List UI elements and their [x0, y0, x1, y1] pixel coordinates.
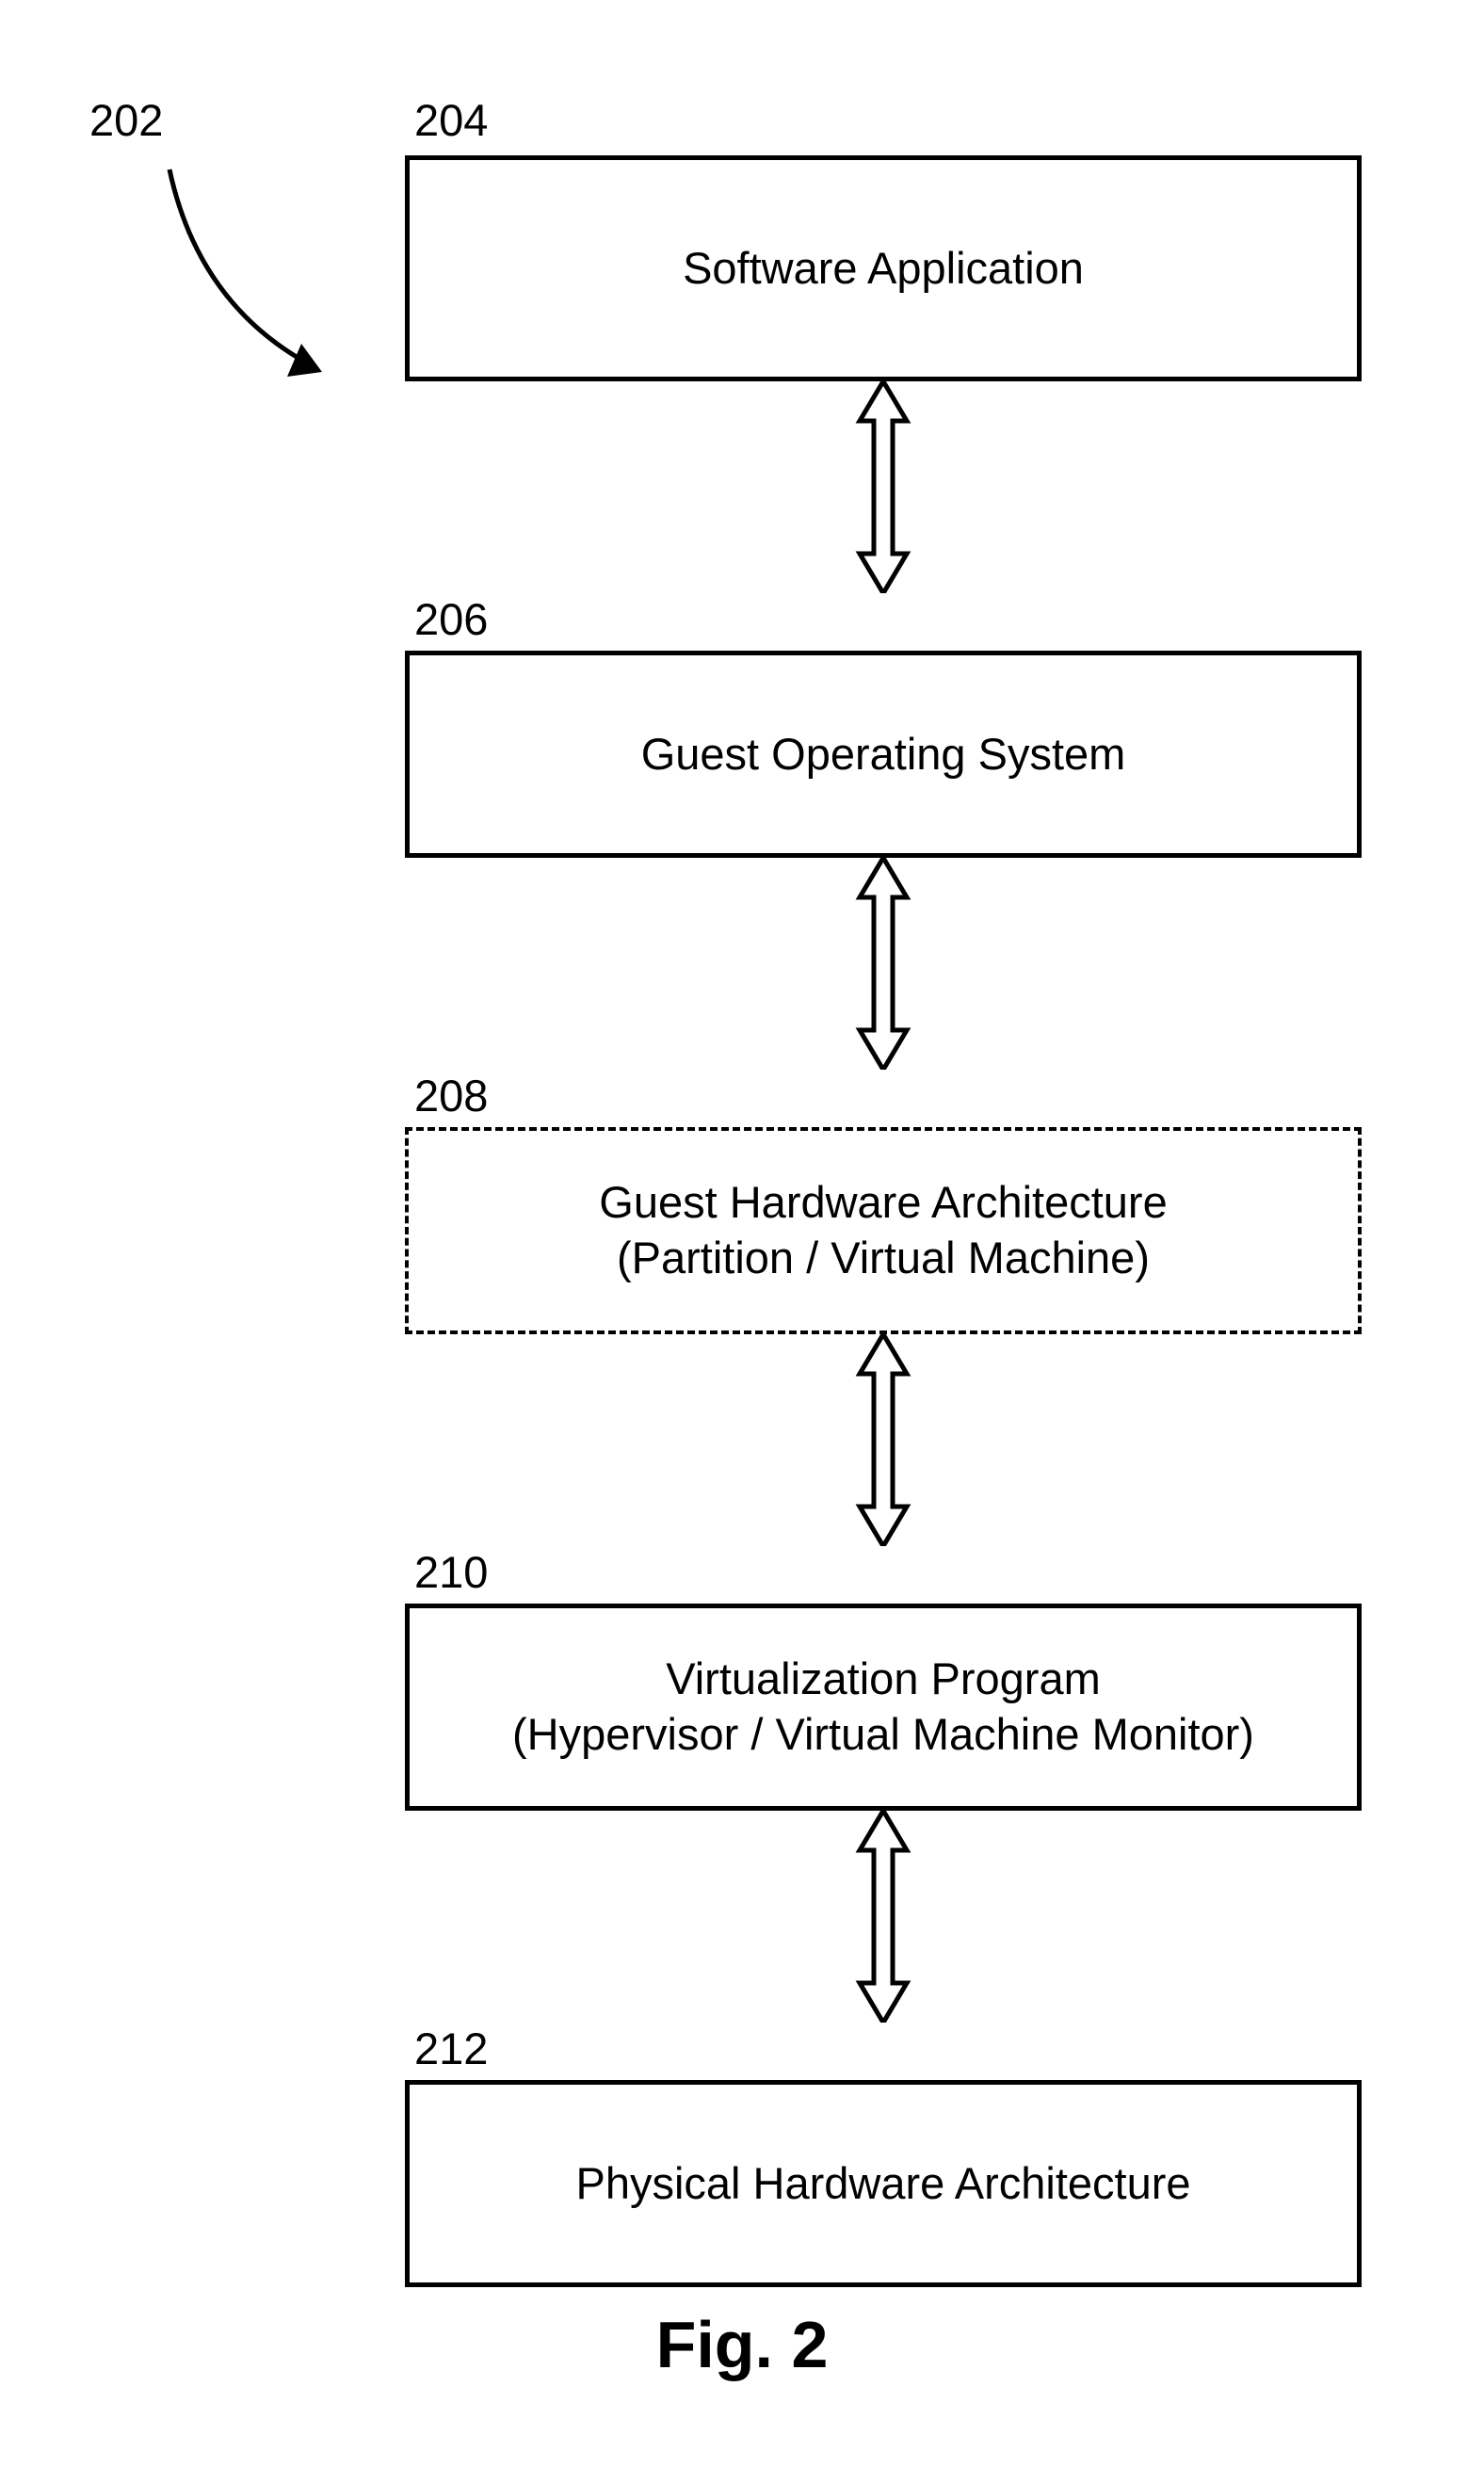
- diagram-page: 202 204 Software Application 206 Guest O…: [0, 0, 1484, 2467]
- box-guest-os: Guest Operating System: [405, 651, 1362, 858]
- box-text: Software Application: [683, 241, 1084, 297]
- ref-label-206: 206: [405, 593, 1362, 645]
- connector-arrow: [405, 858, 1362, 1070]
- box-software-application: Software Application: [405, 155, 1362, 381]
- box-text: Virtualization Program: [666, 1652, 1101, 1707]
- ref-label-212: 212: [405, 2023, 1362, 2074]
- connector-arrow: [405, 381, 1362, 593]
- box-virtualization-program: Virtualization Program (Hypervisor / Vir…: [405, 1604, 1362, 1811]
- layer-stack: 204 Software Application 206 Guest Opera…: [405, 146, 1362, 2287]
- box-text: (Partition / Virtual Machine): [617, 1231, 1150, 1286]
- connector-arrow: [405, 1811, 1362, 2023]
- box-text: (Hypervisor / Virtual Machine Monitor): [512, 1707, 1254, 1763]
- ref-label-208: 208: [405, 1070, 1362, 1121]
- ref-label-210: 210: [405, 1546, 1362, 1598]
- box-text: Guest Operating System: [641, 727, 1126, 782]
- box-text: Guest Hardware Architecture: [599, 1175, 1167, 1231]
- box-guest-hardware-architecture: Guest Hardware Architecture (Partition /…: [405, 1127, 1362, 1334]
- figure-caption: Fig. 2: [0, 2307, 1484, 2382]
- pointer-arrow-202: [75, 104, 386, 414]
- ref-label-204: 204: [405, 94, 1362, 146]
- box-physical-hardware-architecture: Physical Hardware Architecture: [405, 2080, 1362, 2287]
- connector-arrow: [405, 1334, 1362, 1546]
- box-text: Physical Hardware Architecture: [575, 2156, 1190, 2212]
